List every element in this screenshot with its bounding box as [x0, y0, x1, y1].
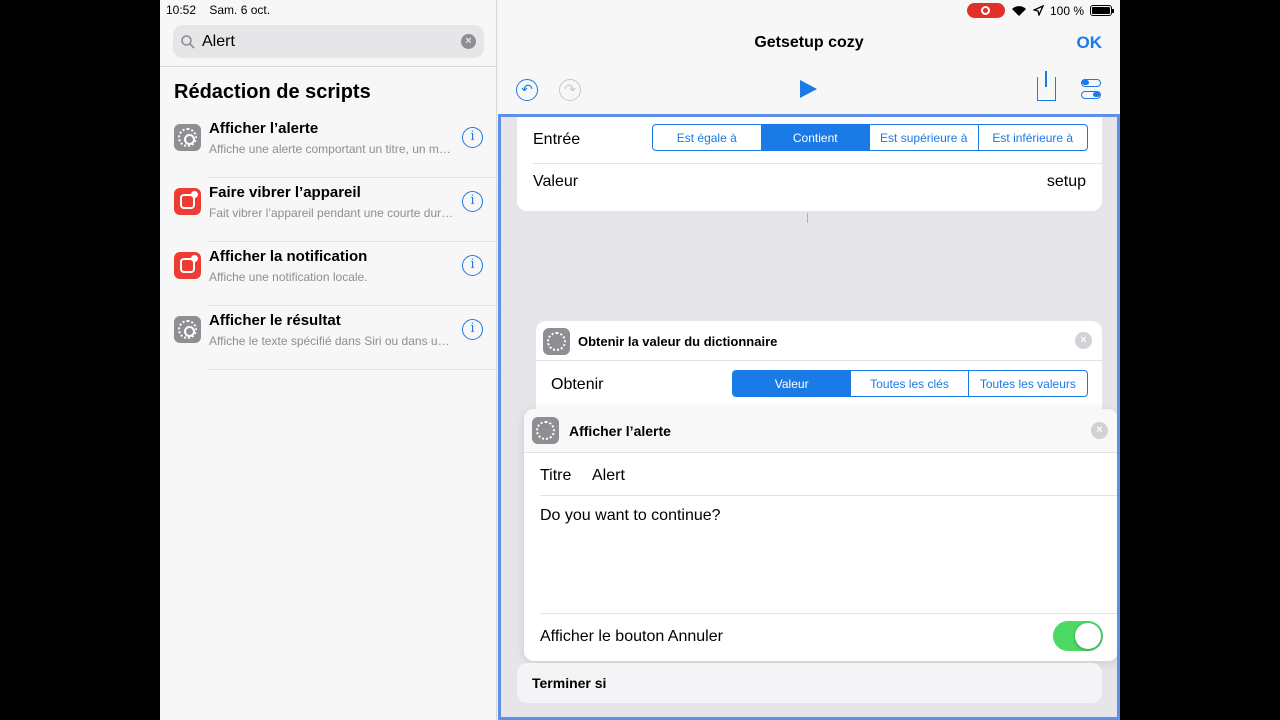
- segment-equals[interactable]: Est égale à: [653, 125, 761, 150]
- screen-recording-icon: [966, 3, 1005, 18]
- shortcut-canvas: Entrée Est égale à Contient Est supérieu…: [498, 114, 1120, 720]
- battery-percent: 100 %: [1049, 3, 1084, 18]
- show-cancel-toggle[interactable]: [1053, 621, 1103, 651]
- close-icon[interactable]: ×: [1075, 332, 1092, 349]
- segment-all-values[interactable]: Toutes les valeurs: [967, 371, 1087, 396]
- cancel-button-label: Afficher le bouton Annuler: [540, 628, 723, 645]
- actions-sidebar: 10:52 Sam. 6 oct. Alert × Rédaction de s…: [160, 0, 497, 720]
- card-title: Obtenir la valeur du dictionnaire: [578, 334, 778, 349]
- segment-value[interactable]: Valeur: [733, 371, 851, 396]
- action-subtitle: Affiche une alerte comportant un titre, …: [209, 142, 454, 156]
- action-subtitle: Affiche le texte spécifié dans Siri ou d…: [209, 334, 454, 348]
- action-title: Afficher l’alerte: [209, 120, 319, 137]
- segment-greater[interactable]: Est supérieure à: [869, 125, 978, 150]
- status-bar-right: 100 %: [966, 3, 1114, 18]
- card-header: Obtenir la valeur du dictionnaire ×: [536, 321, 1102, 361]
- section-title: Rédaction de scripts: [174, 81, 371, 103]
- card-header: Afficher l’alerte ×: [524, 409, 1117, 453]
- clear-search-icon[interactable]: ×: [461, 34, 476, 49]
- action-item-notification[interactable]: Afficher la notification Affiche une not…: [160, 242, 497, 306]
- flow-connector: [807, 213, 808, 223]
- show-alert-card[interactable]: Afficher l’alerte × Titre Alert Do you w…: [524, 409, 1117, 661]
- segment-all-keys[interactable]: Toutes les clés: [850, 371, 967, 396]
- search-field[interactable]: Alert ×: [173, 25, 484, 58]
- redo-icon[interactable]: ↷: [559, 79, 581, 101]
- action-title: Faire vibrer l’appareil: [209, 184, 361, 201]
- action-subtitle: Fait vibrer l’appareil pendant une court…: [209, 206, 454, 220]
- screen: 10:52 Sam. 6 oct. Alert × Rédaction de s…: [160, 0, 1120, 720]
- info-icon[interactable]: i: [462, 127, 483, 148]
- search-icon: [181, 34, 195, 49]
- gear-icon: [532, 417, 559, 444]
- action-item-vibrate[interactable]: Faire vibrer l’appareil Fait vibrer l’ap…: [160, 178, 497, 242]
- gear-icon: [543, 328, 570, 355]
- if-condition-card: Entrée Est égale à Contient Est supérieu…: [517, 117, 1102, 211]
- status-bar-left: 10:52 Sam. 6 oct.: [166, 3, 280, 17]
- gear-icon: [174, 316, 201, 343]
- share-icon[interactable]: [1037, 71, 1056, 101]
- status-date: Sam. 6 oct.: [209, 3, 271, 17]
- search-input[interactable]: Alert: [202, 33, 461, 51]
- entry-label: Entrée: [533, 131, 581, 148]
- undo-icon[interactable]: ↶: [516, 79, 538, 101]
- wifi-icon: [1011, 5, 1026, 16]
- segment-less[interactable]: Est inférieure à: [977, 125, 1088, 150]
- action-subtitle: Affiche une notification locale.: [209, 270, 368, 284]
- end-if-card[interactable]: Terminer si: [517, 663, 1102, 703]
- settings-toggle-icon[interactable]: [1081, 79, 1103, 101]
- alert-message-field[interactable]: Do you want to continue?: [540, 507, 721, 525]
- action-item-show-result[interactable]: Afficher le résultat Affiche le texte sp…: [160, 306, 497, 370]
- editor-header: 100 % Getsetup cozy OK ↶ ↷: [498, 0, 1120, 114]
- info-icon[interactable]: i: [462, 255, 483, 276]
- ok-button[interactable]: OK: [1077, 33, 1103, 53]
- close-icon[interactable]: ×: [1091, 422, 1108, 439]
- title-label: Titre: [540, 467, 572, 484]
- divider: [540, 495, 1117, 496]
- divider: [209, 369, 497, 370]
- action-title: Afficher le résultat: [209, 312, 341, 329]
- divider: [533, 163, 1102, 164]
- end-if-label: Terminer si: [532, 675, 607, 691]
- info-icon[interactable]: i: [462, 191, 483, 212]
- get-segmented-control[interactable]: Valeur Toutes les clés Toutes les valeur…: [732, 370, 1088, 397]
- status-time: 10:52: [166, 3, 197, 17]
- play-icon[interactable]: [800, 80, 817, 98]
- battery-icon: [1090, 5, 1114, 16]
- notification-icon: [174, 252, 201, 279]
- divider: [160, 66, 497, 67]
- segment-contains[interactable]: Contient: [760, 125, 869, 150]
- get-label: Obtenir: [551, 376, 604, 393]
- alert-title-field[interactable]: Alert: [592, 467, 625, 485]
- condition-segmented-control[interactable]: Est égale à Contient Est supérieure à Es…: [652, 124, 1088, 151]
- divider: [540, 613, 1117, 614]
- shortcut-title: Getsetup cozy: [754, 34, 864, 51]
- card-title: Afficher l’alerte: [569, 423, 671, 439]
- info-icon[interactable]: i: [462, 319, 483, 340]
- notification-icon: [174, 188, 201, 215]
- value-label: Valeur: [533, 173, 579, 190]
- action-title: Afficher la notification: [209, 248, 368, 265]
- action-item-show-alert[interactable]: Afficher l’alerte Affiche une alerte com…: [160, 114, 497, 178]
- value-field[interactable]: setup: [1047, 173, 1086, 191]
- location-icon: [1032, 5, 1044, 16]
- gear-icon: [174, 124, 201, 151]
